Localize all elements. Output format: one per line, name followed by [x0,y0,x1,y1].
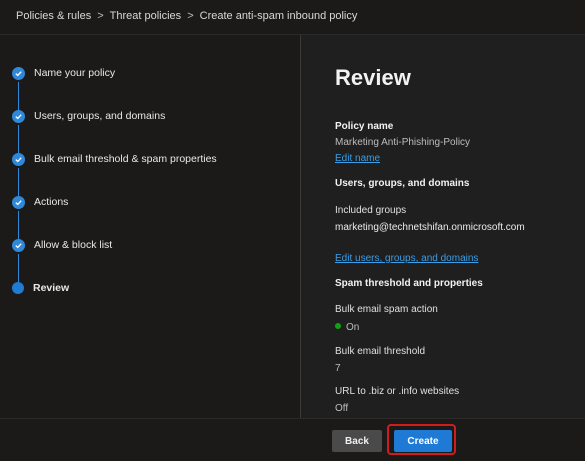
step-users-groups-domains[interactable]: Users, groups, and domains [12,109,165,123]
users-groups-heading: Users, groups, and domains [335,178,470,189]
included-groups-label: Included groups [335,205,407,216]
wizard-steps-panel: Name your policy Users, groups, and doma… [0,35,300,418]
policy-name-value: Marketing Anti-Phishing-Policy [335,137,471,148]
step-label: Review [33,282,70,294]
breadcrumb-policies-rules[interactable]: Policies & rules [16,10,91,22]
breadcrumb: Policies & rules > Threat policies > Cre… [16,8,357,24]
bulk-email-action-label: Bulk email spam action [335,304,438,315]
wizard-steps: Name your policy Users, groups, and doma… [0,35,300,418]
policy-name-heading: Policy name [335,121,394,132]
step-connector [18,211,19,240]
step-label: Actions [34,196,69,208]
breadcrumb-current-page: Create anti-spam inbound policy [199,10,358,22]
status-on-icon [335,323,341,330]
step-connector [18,125,19,154]
page-title: Review [335,65,411,90]
step-review[interactable]: Review [12,281,69,295]
chevron-right-icon: > [97,10,104,22]
step-actions[interactable]: Actions [12,195,68,209]
step-label: Name your policy [34,67,116,79]
step-allow-block-list[interactable]: Allow & block list [12,238,112,252]
step-name-your-policy[interactable]: Name your policy [12,66,115,80]
url-biz-info-value: Off [335,403,349,414]
back-button[interactable]: Back [332,430,382,452]
wizard-footer: Back Create [0,418,585,461]
checkmark-icon [12,195,25,209]
included-groups-value: marketing@technetshifan.onmicrosoft.com [335,222,525,233]
checkmark-icon [12,152,25,166]
step-connector [18,254,19,283]
review-panel: Review Policy name Marketing Anti-Phishi… [301,35,585,418]
bulk-email-threshold-label: Bulk email threshold [335,346,426,357]
edit-users-groups-link[interactable]: Edit users, groups, and domains [335,253,478,264]
checkmark-icon [12,66,25,80]
step-connector [18,168,19,197]
step-label: Allow & block list [34,239,113,251]
current-step-dot-icon [12,282,24,294]
checkmark-icon [12,238,25,252]
step-label: Users, groups, and domains [34,110,166,122]
spam-threshold-heading: Spam threshold and properties [335,278,483,289]
step-label: Bulk email threshold & spam properties [34,153,217,165]
step-bulk-email-threshold[interactable]: Bulk email threshold & spam properties [12,152,217,166]
status-text: On [346,322,360,333]
breadcrumb-threat-policies[interactable]: Threat policies [110,10,182,22]
step-connector [18,82,19,111]
bulk-email-threshold-value: 7 [335,363,341,374]
edit-name-link[interactable]: Edit name [335,153,380,164]
checkmark-icon [12,109,25,123]
create-button[interactable]: Create [394,430,452,452]
url-biz-info-label: URL to .biz or .info websites [335,386,460,397]
bulk-email-action-value: On [335,322,359,333]
chevron-right-icon: > [187,10,194,22]
